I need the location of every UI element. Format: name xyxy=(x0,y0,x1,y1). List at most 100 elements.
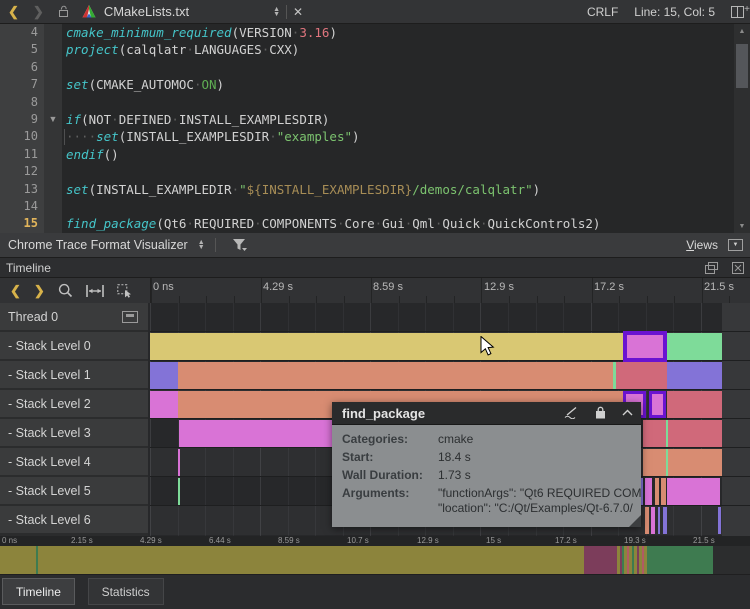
trace-event[interactable] xyxy=(643,449,722,476)
trace-event[interactable] xyxy=(651,507,655,534)
trace-event[interactable] xyxy=(666,449,668,476)
fit-width-icon[interactable] xyxy=(86,285,104,297)
fold-column-cell xyxy=(44,163,62,180)
stack-level-row-label[interactable]: - Stack Level 6 xyxy=(0,506,148,533)
visualizer-combobox-label: Chrome Trace Format Visualizer xyxy=(8,238,188,252)
code-editor[interactable]: 456789101112131415 ▼ cmake_minimum_requi… xyxy=(0,24,750,233)
pin-lock-icon[interactable] xyxy=(595,406,606,419)
close-document-icon[interactable]: ✕ xyxy=(293,5,303,19)
line-number: 9 xyxy=(0,111,44,128)
line-number: 5 xyxy=(0,41,44,58)
annotate-pen-icon[interactable] xyxy=(563,406,579,419)
code-line: ····set(INSTALL_EXAMPLESDIR·"examples") xyxy=(66,128,734,145)
trace-event[interactable] xyxy=(150,391,178,418)
stack-level-row-label[interactable]: - Stack Level 0 xyxy=(0,332,148,359)
scrollbar-thumb[interactable] xyxy=(736,44,748,88)
plot-row-background xyxy=(150,303,750,332)
trace-event[interactable] xyxy=(658,507,660,534)
ruler-tick xyxy=(647,296,648,303)
tooltip-row: Wall Duration:1.73 s xyxy=(342,466,641,484)
float-panel-icon[interactable] xyxy=(705,262,718,274)
timeline-rows-area: Thread 0- Stack Level 0- Stack Level 1- … xyxy=(0,303,750,536)
trace-event[interactable] xyxy=(649,391,666,418)
timeline-ruler[interactable]: 0 ns4.29 s8.59 s12.9 s17.2 s21.5 s xyxy=(150,278,750,303)
views-menu[interactable]: V/* text set below */iews xyxy=(686,238,718,252)
trace-event[interactable] xyxy=(661,478,666,505)
trace-event[interactable] xyxy=(663,507,667,534)
stack-level-row-label[interactable]: - Stack Level 3 xyxy=(0,419,148,446)
trace-event[interactable] xyxy=(150,362,178,389)
timeline-panel-titlebar: Timeline xyxy=(0,258,750,278)
stack-level-row-label[interactable]: - Stack Level 1 xyxy=(0,361,148,388)
line-number: 6 xyxy=(0,59,44,76)
overview-ruler-label: 2.15 s xyxy=(71,536,93,545)
zoom-search-icon[interactable] xyxy=(58,283,73,298)
trace-event[interactable] xyxy=(623,331,667,362)
code-line: set(INSTALL_EXAMPLEDIR·"${INSTALL_EXAMPL… xyxy=(66,181,734,198)
trace-event[interactable] xyxy=(178,449,180,476)
trace-event[interactable] xyxy=(645,478,652,505)
collapse-rows-icon[interactable] xyxy=(122,311,138,323)
next-event-icon[interactable]: ❯ xyxy=(34,283,45,299)
line-number: 11 xyxy=(0,146,44,163)
trace-event[interactable] xyxy=(667,333,722,360)
editor-fold-column[interactable]: ▼ xyxy=(44,24,62,233)
trace-event[interactable] xyxy=(178,478,180,505)
tooltip-row: Start:18.4 s xyxy=(342,448,641,466)
trace-event[interactable] xyxy=(718,507,721,534)
stack-level-row-label[interactable]: - Stack Level 5 xyxy=(0,477,148,504)
lock-icon[interactable] xyxy=(58,0,70,24)
scroll-up-icon[interactable]: ▲ xyxy=(734,24,750,38)
back-icon[interactable]: ❮ xyxy=(8,0,19,24)
cursor-position[interactable]: Line: 15, Col: 5 xyxy=(634,5,715,19)
tooltip-body: Categories:cmakeStart:18.4 sWall Duratio… xyxy=(332,425,641,527)
tooltip-title: find_package xyxy=(342,406,425,421)
editor-code-area[interactable]: cmake_minimum_required(VERSION·3.16)proj… xyxy=(66,24,734,233)
forward-icon[interactable]: ❯ xyxy=(33,0,44,24)
trace-event[interactable] xyxy=(667,478,720,505)
fold-marker-icon[interactable]: ▼ xyxy=(44,111,62,128)
timeline-ruler-row: ❮ ❯ 0 ns4.29 s8.59 s12.9 s17.2 s21.5 s xyxy=(0,278,750,303)
overview-strip[interactable] xyxy=(0,546,750,574)
split-editor-icon[interactable]: + xyxy=(731,6,744,18)
ruler-tick xyxy=(509,296,510,303)
tooltip-header[interactable]: find_package xyxy=(332,402,641,425)
trace-event[interactable] xyxy=(666,420,668,447)
combobox-arrows-icon: ▲▼ xyxy=(198,240,205,250)
trace-event[interactable] xyxy=(150,333,623,360)
filter-icon[interactable] xyxy=(232,238,248,252)
trace-event[interactable] xyxy=(645,507,649,534)
trace-event[interactable] xyxy=(667,362,722,389)
close-panel-icon[interactable] xyxy=(732,262,744,274)
editor-scrollbar[interactable]: ▲ ▼ xyxy=(734,24,750,233)
line-number: 8 xyxy=(0,94,44,111)
ruler-tick xyxy=(316,296,317,303)
tooltip-resize-grip[interactable] xyxy=(629,515,641,527)
scroll-down-icon[interactable]: ▼ xyxy=(734,219,750,233)
tab-timeline[interactable]: Timeline xyxy=(2,578,75,605)
trace-event[interactable] xyxy=(643,420,722,447)
range-select-icon[interactable] xyxy=(117,284,132,298)
trace-event[interactable] xyxy=(616,362,667,389)
code-line: cmake_minimum_required(VERSION·3.16) xyxy=(66,24,734,41)
eol-indicator[interactable]: CRLF xyxy=(587,5,618,19)
thread-row-label[interactable]: Thread 0 xyxy=(0,303,148,330)
document-switcher-icon[interactable]: ▲▼ xyxy=(273,7,280,17)
overview-ruler-label: 10.7 s xyxy=(347,536,369,545)
ruler-tick xyxy=(592,278,593,303)
collapse-tooltip-icon[interactable] xyxy=(622,409,633,416)
views-dropdown-icon[interactable]: ▼ xyxy=(728,239,743,251)
cmake-file-icon xyxy=(82,0,96,24)
prev-event-icon[interactable]: ❮ xyxy=(10,283,21,299)
visualizer-combobox[interactable]: Chrome Trace Format Visualizer ▲▼ xyxy=(8,238,205,252)
trace-event[interactable] xyxy=(641,478,643,505)
code-line xyxy=(66,94,734,111)
trace-event[interactable] xyxy=(178,362,613,389)
trace-event[interactable] xyxy=(655,478,659,505)
line-number: 15 xyxy=(0,215,44,232)
tab-statistics[interactable]: Statistics xyxy=(88,578,164,605)
ruler-tick xyxy=(537,296,538,303)
stack-level-row-label[interactable]: - Stack Level 2 xyxy=(0,390,148,417)
trace-event[interactable] xyxy=(667,391,722,418)
stack-level-row-label[interactable]: - Stack Level 4 xyxy=(0,448,148,475)
